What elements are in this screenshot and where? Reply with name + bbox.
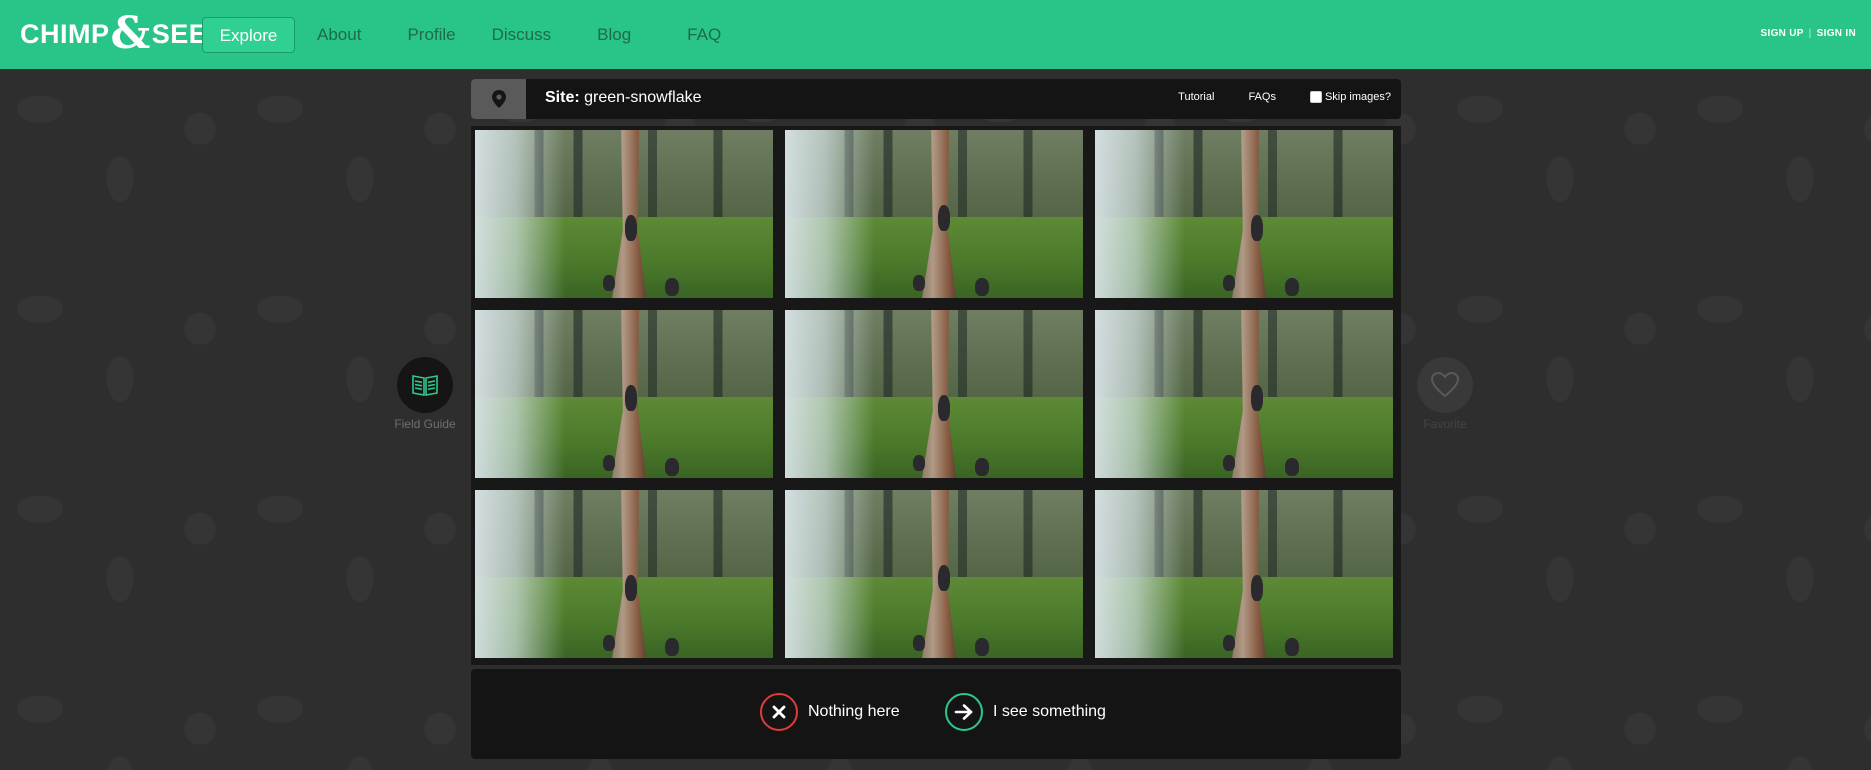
classification-action-bar: Nothing here I see something	[471, 669, 1401, 759]
i-see-something-button[interactable]: I see something	[945, 693, 1106, 731]
field-guide-button[interactable]: Field Guide	[385, 357, 465, 431]
nav-blog[interactable]: Blog	[579, 17, 649, 53]
site-prefix: Site:	[545, 89, 580, 106]
chimp-and-see-logo[interactable]: CHIMP & SEE	[20, 8, 208, 59]
camera-frame-thumbnail[interactable]	[785, 490, 1083, 658]
logo-text-left: CHIMP	[20, 18, 110, 49]
close-icon	[772, 705, 786, 719]
camera-frame-thumbnail[interactable]	[475, 130, 773, 298]
nav-faq[interactable]: FAQ	[669, 17, 739, 53]
logo-ampersand: &	[110, 8, 151, 59]
nav-profile[interactable]: Profile	[389, 17, 473, 53]
auth-separator: |	[1808, 28, 1812, 39]
skip-images-label: Skip images?	[1324, 91, 1391, 103]
nothing-here-label: Nothing here	[808, 703, 900, 720]
image-grid	[471, 126, 1401, 665]
top-navigation-bar: CHIMP & SEE Explore About Profile Discus…	[0, 0, 1871, 69]
i-see-something-label: I see something	[993, 703, 1106, 720]
field-guide-label: Field Guide	[394, 417, 456, 431]
arrow-right-icon	[954, 704, 973, 720]
camera-frame-thumbnail[interactable]	[1095, 130, 1393, 298]
favorite-circle[interactable]	[1417, 357, 1473, 413]
skip-images-toggle[interactable]: Skip images?	[1309, 91, 1391, 103]
sign-in-link[interactable]: SIGN IN	[1817, 28, 1856, 39]
site-bar: Site: green-snowflake Tutorial FAQs Skip…	[471, 79, 1401, 119]
field-guide-circle[interactable]	[397, 357, 453, 413]
camera-frame-thumbnail[interactable]	[785, 130, 1083, 298]
site-value: green-snowflake	[584, 89, 702, 106]
favorite-label: Favorite	[1423, 417, 1467, 431]
camera-frame-thumbnail[interactable]	[475, 490, 773, 658]
sign-up-link[interactable]: SIGN UP	[1761, 28, 1804, 39]
nothing-here-button[interactable]: Nothing here	[760, 693, 900, 731]
camera-frame-thumbnail[interactable]	[1095, 490, 1393, 658]
camera-frame-thumbnail[interactable]	[1095, 310, 1393, 478]
auth-links: SIGN UP | SIGN IN	[1761, 28, 1856, 39]
logo-text-right: SEE	[151, 18, 208, 49]
camera-frame-thumbnail[interactable]	[475, 310, 773, 478]
main-nav: Explore About Profile Discuss Blog FAQ	[202, 17, 739, 53]
tutorial-link[interactable]: Tutorial	[1178, 91, 1214, 103]
site-bar-links: Tutorial FAQs Skip images?	[1178, 91, 1391, 103]
skip-images-checkbox[interactable]	[1309, 91, 1322, 103]
i-see-something-ring[interactable]	[945, 693, 983, 731]
heart-icon	[1431, 372, 1459, 398]
nav-about[interactable]: About	[299, 17, 379, 53]
camera-frame-thumbnail[interactable]	[785, 310, 1083, 478]
location-pin-icon[interactable]	[471, 79, 526, 119]
site-name: Site: green-snowflake	[545, 89, 702, 107]
favorite-button[interactable]: Favorite	[1405, 357, 1485, 431]
nav-discuss[interactable]: Discuss	[474, 17, 570, 53]
book-icon	[412, 375, 438, 396]
faqs-link[interactable]: FAQs	[1248, 91, 1276, 103]
nav-explore[interactable]: Explore	[202, 17, 295, 53]
nothing-here-ring[interactable]	[760, 693, 798, 731]
